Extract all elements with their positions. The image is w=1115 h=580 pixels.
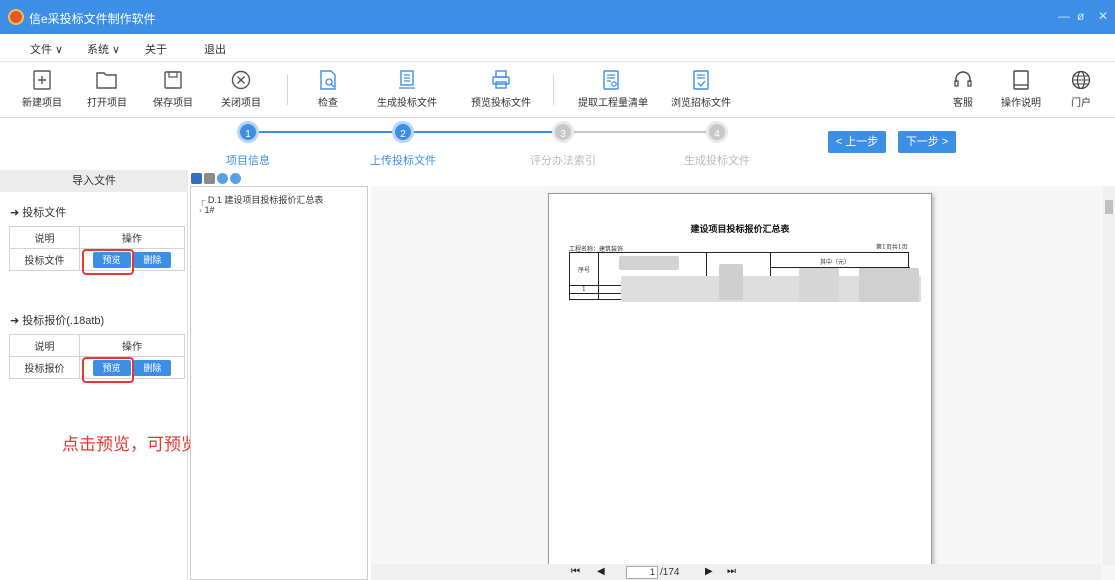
col-op-header: 操作 xyxy=(79,226,185,249)
next-page-button[interactable]: ▶ xyxy=(705,566,713,577)
tree-node[interactable]: › 1# xyxy=(199,205,215,215)
panel-header: 导入文件 xyxy=(0,170,188,192)
vertical-scrollbar[interactable] xyxy=(1103,186,1115,566)
blurred-content xyxy=(859,268,919,302)
zoom-in-icon[interactable] xyxy=(217,173,228,184)
extract-bill-button[interactable]: 提取工程量清单 xyxy=(578,70,648,109)
check-button[interactable]: 检查 xyxy=(313,70,343,109)
step-connector xyxy=(574,131,706,133)
row-label: 投标报价 xyxy=(9,356,80,379)
toolbar-separator xyxy=(553,75,554,105)
close-project-button[interactable]: 关闭项目 xyxy=(219,70,263,109)
toolbar: 新建项目 打开项目 保存项目 关闭项目 检查 生成投标文件 预览投标文件 提取工… xyxy=(0,62,1115,118)
next-step-button[interactable]: 下一步 > xyxy=(898,131,956,153)
step-4-label: 生成投标文件 xyxy=(684,155,750,167)
menu-about[interactable]: 关于 xyxy=(145,41,167,57)
new-project-button[interactable]: 新建项目 xyxy=(22,70,62,109)
delete-button[interactable]: 删除 xyxy=(133,359,172,376)
tree-toolbar xyxy=(190,170,368,186)
page-total: /174 xyxy=(660,567,680,578)
tree-node[interactable]: ┌ D.1 建设项目投标报价汇总表 xyxy=(199,193,323,206)
close-circle-icon xyxy=(231,70,251,90)
highlight-box xyxy=(82,357,134,383)
step-4-circle[interactable]: 4 xyxy=(706,121,728,143)
scroll-thumb[interactable] xyxy=(1105,200,1113,214)
book-icon xyxy=(1013,70,1029,90)
print-icon[interactable] xyxy=(204,173,215,184)
col-of-which: 其中（元） xyxy=(820,259,851,266)
step-2-label: 上传投标文件 xyxy=(370,155,436,167)
menu-system[interactable]: 系统 ∨ xyxy=(87,41,120,57)
page-info: 第1页共1页 xyxy=(876,244,908,251)
open-project-button[interactable]: 打开项目 xyxy=(87,70,127,109)
prev-page-button[interactable]: ◀ xyxy=(597,566,605,577)
step-connector xyxy=(258,131,392,133)
browse-file-icon xyxy=(693,70,709,90)
prev-step-button[interactable]: < 上一步 xyxy=(828,131,886,153)
document-page: 建设项目投标报价汇总表 工程名称：建筑装饰 第1页共1页 序号 其中（元） 1 xyxy=(548,193,932,565)
save-project-button[interactable]: 保存项目 xyxy=(153,70,193,109)
step-1-label: 项目信息 xyxy=(226,155,270,167)
last-page-button[interactable]: ⏭ xyxy=(727,566,736,577)
first-page-button[interactable]: ⏮ xyxy=(571,566,580,577)
customer-service-button[interactable]: 客服 xyxy=(950,70,976,109)
restore-button[interactable]: ø xyxy=(1077,9,1084,23)
zoom-out-icon[interactable] xyxy=(230,173,241,184)
new-project-icon xyxy=(33,70,51,90)
globe-icon xyxy=(1071,70,1091,90)
minimize-button[interactable]: — xyxy=(1058,9,1070,23)
toolbar-separator xyxy=(287,75,288,105)
col-desc-header: 说明 xyxy=(9,334,80,357)
save-icon xyxy=(164,71,182,89)
document-title: 建设项目投标报价汇总表 xyxy=(690,225,790,235)
preview-bid-file-button[interactable]: 预览投标文件 xyxy=(471,70,531,109)
folder-icon xyxy=(96,72,117,89)
extract-list-icon xyxy=(603,70,619,90)
col-no: 序号 xyxy=(578,267,591,274)
step-connector xyxy=(414,131,552,133)
step-3-label: 评分办法索引 xyxy=(530,155,596,167)
title-bar: 信e采投标文件制作软件 — ø ✕ xyxy=(0,0,1115,34)
bid-quote-section-title: ➜ 投标报价(.18atb) xyxy=(10,315,105,327)
page-number-input[interactable]: 1 xyxy=(626,566,658,579)
row-no: 1 xyxy=(582,286,586,293)
blurred-content xyxy=(719,264,743,300)
manual-button[interactable]: 操作说明 xyxy=(1001,70,1041,109)
blurred-content xyxy=(619,256,679,270)
col-op-header: 操作 xyxy=(79,334,185,357)
menu-bar: 文件 ∨ 系统 ∨ 关于 退出 xyxy=(0,34,1115,62)
step-3-circle[interactable]: 3 xyxy=(552,121,574,143)
app-logo-icon xyxy=(8,9,24,25)
menu-exit[interactable]: 退出 xyxy=(204,41,226,57)
headset-icon xyxy=(954,71,972,87)
browse-tender-file-button[interactable]: 浏览招标文件 xyxy=(670,70,732,109)
directory-tree: ┌ D.1 建设项目投标报价汇总表 › 1# xyxy=(190,186,368,580)
portal-button[interactable]: 门户 xyxy=(1068,70,1094,109)
highlight-box xyxy=(82,249,134,275)
close-button[interactable]: ✕ xyxy=(1098,9,1108,23)
page-navigator: ⏮ ◀ 1 /174 ▶ ⏭ xyxy=(371,564,1101,580)
generate-file-icon xyxy=(399,70,415,89)
step-1-circle[interactable]: 1 xyxy=(237,121,259,143)
save-icon[interactable] xyxy=(191,173,202,184)
bid-file-section-title: ➜ 投标文件 xyxy=(10,207,67,219)
row-label: 投标文件 xyxy=(9,248,80,271)
step-2-circle[interactable]: 2 xyxy=(392,121,414,143)
blurred-content xyxy=(799,268,839,302)
col-desc-header: 说明 xyxy=(9,226,80,249)
print-preview-icon xyxy=(492,70,510,89)
delete-button[interactable]: 删除 xyxy=(133,251,172,268)
check-document-icon xyxy=(320,70,336,90)
window-title: 信e采投标文件制作软件 xyxy=(29,12,156,26)
menu-file[interactable]: 文件 ∨ xyxy=(30,41,63,57)
generate-bid-file-button[interactable]: 生成投标文件 xyxy=(377,70,437,109)
